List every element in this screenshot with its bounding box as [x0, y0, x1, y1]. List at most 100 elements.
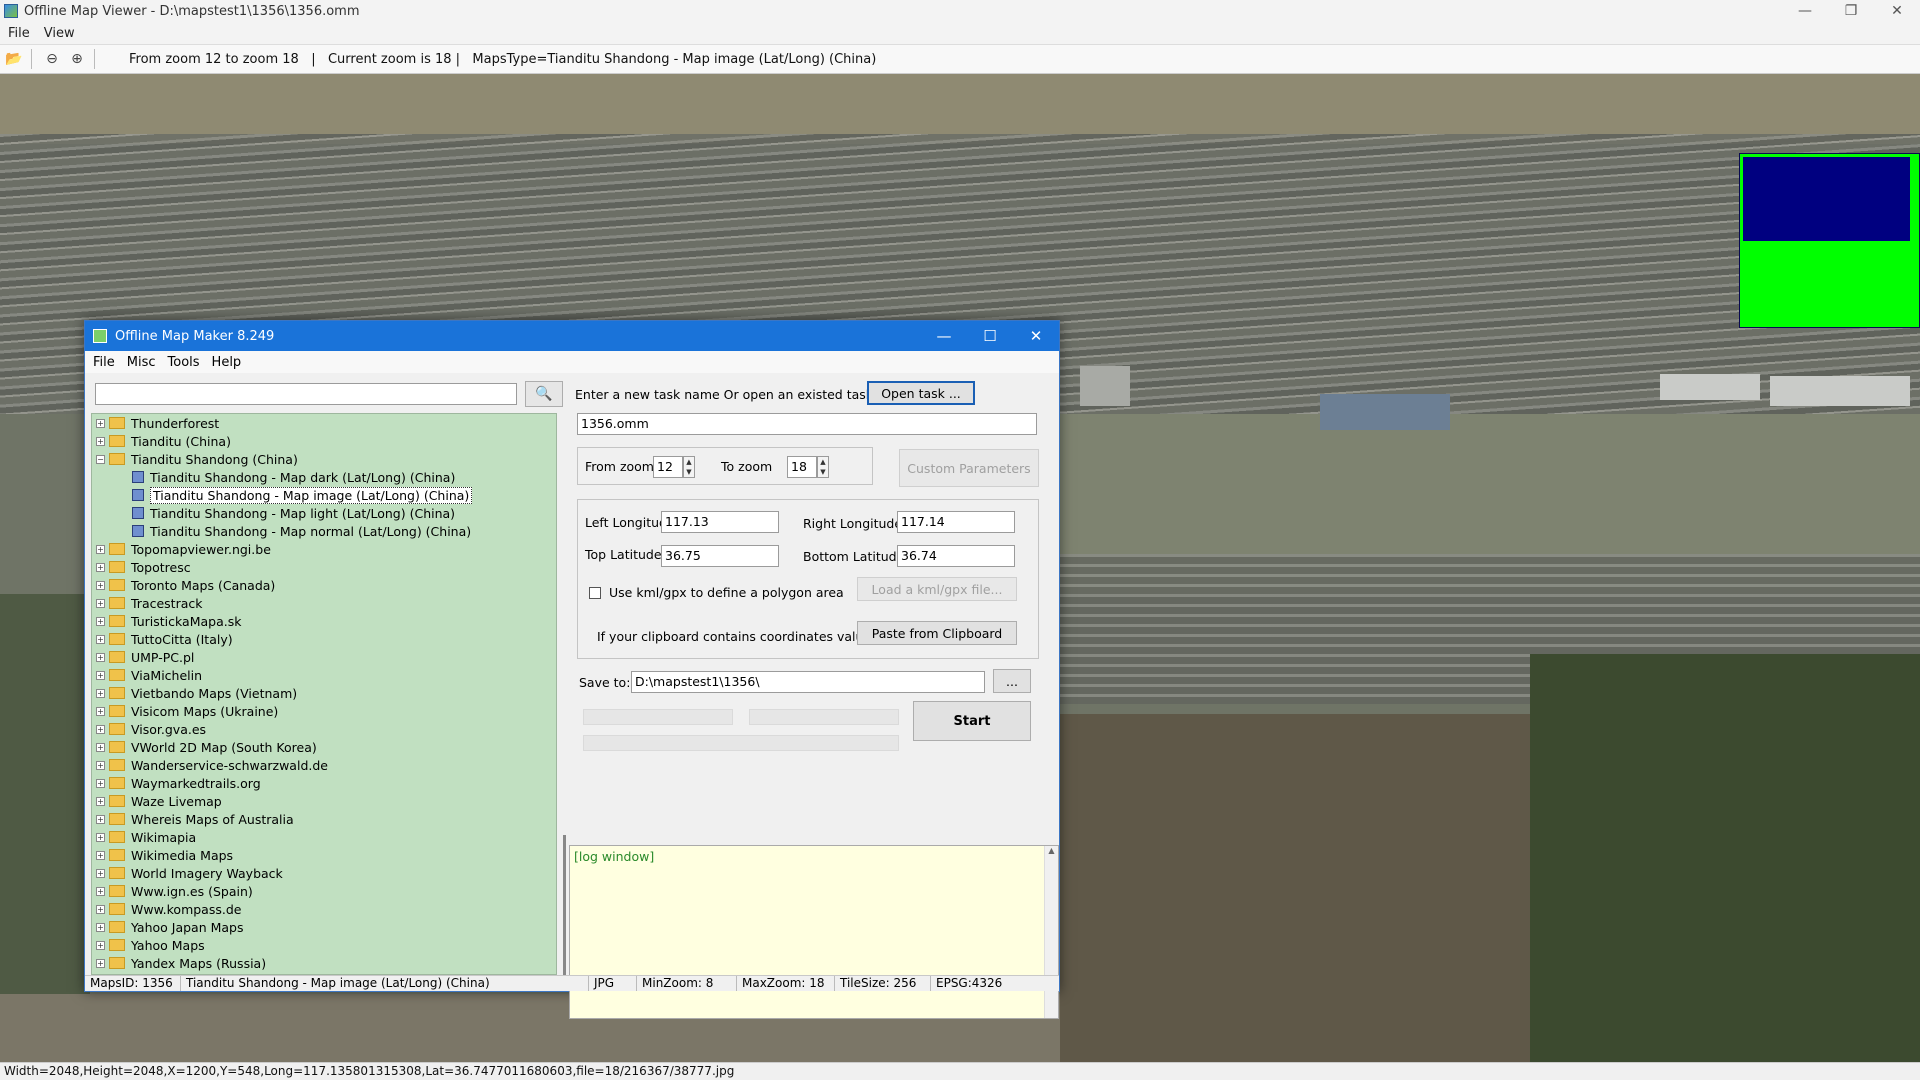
tree-item[interactable]: + Topomapviewer.ngi.be: [92, 540, 556, 558]
expand-icon[interactable]: +: [96, 724, 105, 734]
menu-help[interactable]: Help: [212, 355, 242, 370]
tree-item[interactable]: + Thunderforest: [92, 414, 556, 432]
tree-item[interactable]: + Toronto Maps (Canada): [92, 576, 556, 594]
bottom-latitude-field[interactable]: 36.74: [897, 545, 1015, 567]
scrollbar-thumb[interactable]: [563, 835, 566, 975]
expand-icon[interactable]: +: [96, 940, 105, 950]
tree-item[interactable]: + Www.kompass.de: [92, 900, 556, 918]
paste-clipboard-button[interactable]: Paste from Clipboard: [857, 621, 1017, 645]
search-icon[interactable]: 🔍: [525, 381, 563, 407]
tree-item[interactable]: Tianditu Shandong - Map dark (Lat/Long) …: [92, 468, 556, 486]
expand-icon[interactable]: +: [96, 742, 105, 752]
tree-item[interactable]: + Visor.gva.es: [92, 720, 556, 738]
save-path-field[interactable]: D:\mapstest1\1356\: [631, 671, 985, 693]
expand-icon[interactable]: +: [96, 814, 105, 824]
tree-item[interactable]: + Whereis Maps of Australia: [92, 810, 556, 828]
expand-icon[interactable]: +: [96, 688, 105, 698]
expand-icon[interactable]: +: [96, 922, 105, 932]
maximize-icon[interactable]: ☐: [967, 321, 1013, 351]
zoom-in-icon[interactable]: ⊕: [66, 48, 88, 70]
collapse-icon[interactable]: −: [96, 454, 105, 464]
tree-item[interactable]: Tianditu Shandong - Map image (Lat/Long)…: [92, 486, 556, 504]
expand-icon[interactable]: +: [96, 598, 105, 608]
expand-icon[interactable]: +: [96, 544, 105, 554]
tree-item[interactable]: + World Imagery Wayback: [92, 864, 556, 882]
browse-button[interactable]: ...: [993, 669, 1031, 693]
load-kml-button[interactable]: Load a kml/gpx file...: [857, 577, 1017, 601]
tree-item[interactable]: + Waymarkedtrails.org: [92, 774, 556, 792]
expand-icon[interactable]: +: [96, 850, 105, 860]
log-scrollbar[interactable]: ▲: [1044, 846, 1058, 1018]
open-folder-icon[interactable]: 📂: [3, 48, 25, 70]
search-input[interactable]: [95, 383, 517, 405]
tree-item[interactable]: + VWorld 2D Map (South Korea): [92, 738, 556, 756]
top-latitude-field[interactable]: 36.75: [661, 545, 779, 567]
expand-icon[interactable]: +: [96, 832, 105, 842]
log-window[interactable]: [log window] ▲: [569, 845, 1059, 1019]
tree-item[interactable]: + Wanderservice-schwarzwald.de: [92, 756, 556, 774]
menu-misc[interactable]: Misc: [127, 355, 156, 370]
tree-item[interactable]: Tianditu Shandong - Map light (Lat/Long)…: [92, 504, 556, 522]
tree-item[interactable]: + Yahoo Maps: [92, 936, 556, 954]
tree-item[interactable]: + Vietbando Maps (Vietnam): [92, 684, 556, 702]
map-source-tree[interactable]: + Thunderforest + Tianditu (China) − Tianditu…: [91, 413, 557, 975]
from-zoom-stepper[interactable]: ▲ ▼: [683, 456, 695, 478]
tree-item[interactable]: + Yandex Maps (Russia): [92, 954, 556, 972]
toolbar-separator: [94, 49, 95, 69]
expand-icon[interactable]: +: [96, 760, 105, 770]
expand-icon[interactable]: +: [96, 634, 105, 644]
overview-minimap[interactable]: [1739, 153, 1920, 328]
minimize-icon[interactable]: —: [921, 321, 967, 351]
right-longitude-field[interactable]: 117.14: [897, 511, 1015, 533]
tree-item[interactable]: + TuristickaMapa.sk: [92, 612, 556, 630]
expand-icon[interactable]: +: [96, 436, 105, 446]
tree-item[interactable]: + UMP-PC.pl: [92, 648, 556, 666]
minimap-viewport[interactable]: [1743, 157, 1910, 241]
menu-file[interactable]: File: [93, 355, 115, 370]
menu-file[interactable]: File: [8, 26, 30, 41]
start-button[interactable]: Start: [913, 701, 1031, 741]
expand-icon[interactable]: +: [96, 562, 105, 572]
tree-item[interactable]: Tianditu Shandong - Map normal (Lat/Long…: [92, 522, 556, 540]
task-name-field[interactable]: 1356.omm: [577, 413, 1037, 435]
menu-view[interactable]: View: [44, 26, 75, 41]
tree-item[interactable]: + Www.ign.es (Spain): [92, 882, 556, 900]
zoom-out-icon[interactable]: ⊖: [41, 48, 63, 70]
expand-icon[interactable]: +: [96, 868, 105, 878]
minimize-icon[interactable]: —: [1782, 0, 1828, 22]
expand-icon[interactable]: +: [96, 778, 105, 788]
close-icon[interactable]: ✕: [1874, 0, 1920, 22]
expand-icon[interactable]: +: [96, 652, 105, 662]
from-zoom-field[interactable]: 12: [653, 456, 683, 478]
restore-icon[interactable]: ❐: [1828, 0, 1874, 22]
open-task-button[interactable]: Open task ...: [867, 381, 975, 405]
expand-icon[interactable]: +: [96, 886, 105, 896]
expand-icon[interactable]: +: [96, 904, 105, 914]
tree-item[interactable]: + Waze Livemap: [92, 792, 556, 810]
expand-icon[interactable]: +: [96, 796, 105, 806]
tree-item[interactable]: + Tianditu (China): [92, 432, 556, 450]
tree-item[interactable]: + ViaMichelin: [92, 666, 556, 684]
tree-item[interactable]: + Wikimedia Maps: [92, 846, 556, 864]
tree-item[interactable]: + TuttoCitta (Italy): [92, 630, 556, 648]
tree-item[interactable]: + Topotresc: [92, 558, 556, 576]
tree-item[interactable]: − Tianditu Shandong (China): [92, 450, 556, 468]
expand-icon[interactable]: +: [96, 580, 105, 590]
tree-scrollbar[interactable]: [561, 415, 569, 975]
custom-parameters-button[interactable]: Custom Parameters: [899, 449, 1039, 487]
menu-tools[interactable]: Tools: [168, 355, 200, 370]
tree-item[interactable]: + Wikimapia: [92, 828, 556, 846]
tree-item[interactable]: + Tracestrack: [92, 594, 556, 612]
expand-icon[interactable]: +: [96, 706, 105, 716]
expand-icon[interactable]: +: [96, 958, 105, 968]
kml-checkbox[interactable]: [589, 587, 601, 599]
expand-icon[interactable]: +: [96, 616, 105, 626]
close-icon[interactable]: ✕: [1013, 321, 1059, 351]
expand-icon[interactable]: +: [96, 418, 105, 428]
to-zoom-stepper[interactable]: ▲ ▼: [817, 456, 829, 478]
expand-icon[interactable]: +: [96, 670, 105, 680]
to-zoom-field[interactable]: 18: [787, 456, 817, 478]
left-longitude-field[interactable]: 117.13: [661, 511, 779, 533]
tree-item[interactable]: + Yahoo Japan Maps: [92, 918, 556, 936]
tree-item[interactable]: + Visicom Maps (Ukraine): [92, 702, 556, 720]
